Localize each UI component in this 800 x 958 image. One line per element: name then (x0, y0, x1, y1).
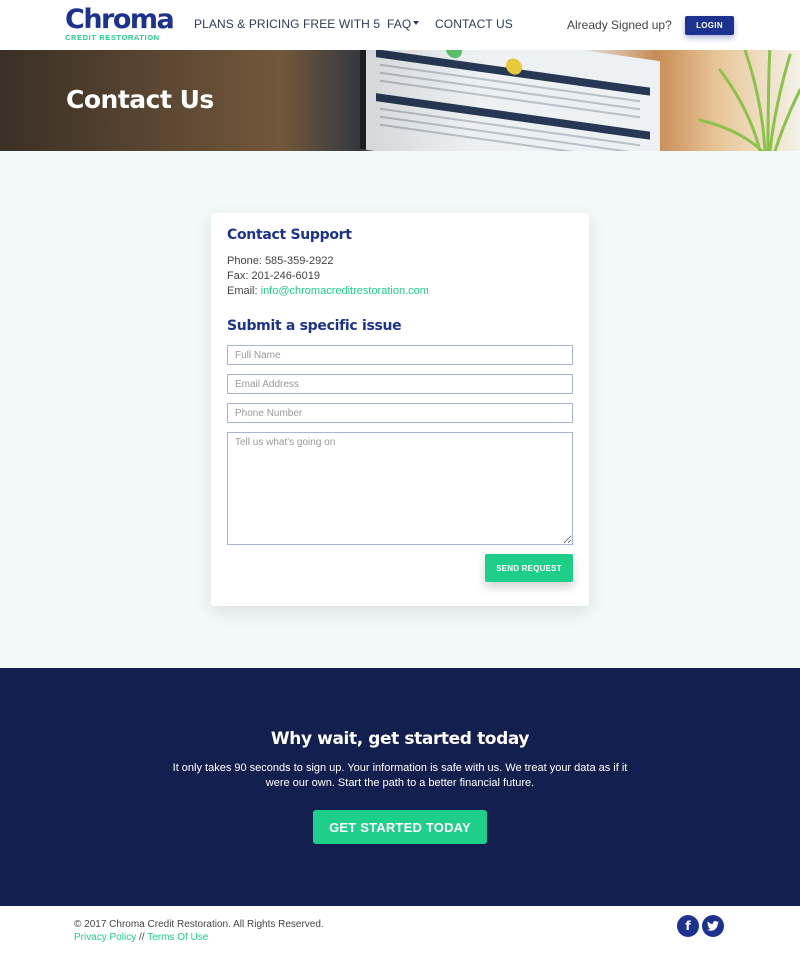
nav-faq-label: FAQ (387, 17, 412, 31)
full-name-input[interactable] (227, 345, 573, 365)
phone-number-input[interactable] (227, 403, 573, 423)
fax-line: Fax: 201-246-6019 (227, 270, 320, 282)
cta-heading: Why wait, get started today (270, 729, 530, 749)
logo-wordmark: Chroma (65, 4, 175, 35)
email-link[interactable]: info@chromacreditrestoration.com (261, 285, 429, 297)
fax-label: Fax: (227, 270, 249, 282)
submit-issue-heading: Submit a specific issue (227, 318, 402, 334)
nav-plans-pricing[interactable]: PLANS & PRICING (194, 17, 300, 31)
nav-faq[interactable]: FAQ (387, 17, 420, 31)
twitter-link[interactable] (702, 915, 724, 937)
cta-section: Why wait, get started today It only take… (0, 668, 800, 906)
terms-of-use-link[interactable]: Terms Of Use (147, 932, 208, 943)
message-textarea[interactable] (227, 432, 573, 545)
email-line: Email: info@chromacreditrestoration.com (227, 285, 429, 297)
caret-down-icon (413, 21, 420, 26)
footer-link-separator: // (136, 932, 148, 943)
contact-support-heading: Contact Support (227, 227, 352, 243)
facebook-link[interactable]: f (677, 915, 699, 937)
cta-body: It only takes 90 seconds to sign up. You… (172, 762, 628, 789)
footer: © 2017 Chroma Credit Restoration. All Ri… (0, 906, 800, 958)
fax-value: 201-246-6019 (251, 270, 320, 282)
twitter-icon (707, 921, 719, 931)
page-title: Contact Us (66, 85, 214, 114)
already-signed-up-text: Already Signed up? (567, 18, 672, 32)
email-label: Email: (227, 285, 258, 297)
navbar: Chroma CREDIT RESTORATION PLANS & PRICIN… (0, 0, 800, 50)
logo-tagline: CREDIT RESTORATION (65, 33, 160, 42)
get-started-button[interactable]: GET STARTED TODAY (313, 810, 487, 844)
contact-card: Contact Support Phone: 585-359-2922 Fax:… (211, 213, 589, 606)
phone-line: Phone: 585-359-2922 (227, 255, 333, 267)
copyright-text: © 2017 Chroma Credit Restoration. All Ri… (74, 919, 324, 930)
send-request-button[interactable]: SEND REQUEST (485, 554, 573, 582)
brand-logo[interactable]: Chroma CREDIT RESTORATION (65, 4, 175, 42)
phone-value: 585-359-2922 (264, 255, 334, 267)
nav-contact-us[interactable]: CONTACT US (435, 17, 513, 31)
nav-free-with-5[interactable]: FREE WITH 5 (303, 17, 380, 31)
footer-links: Privacy Policy // Terms Of Use (74, 932, 208, 943)
privacy-policy-link[interactable]: Privacy Policy (74, 932, 136, 943)
login-button[interactable]: LOGIN (685, 16, 734, 35)
facebook-icon: f (685, 919, 691, 933)
email-address-input[interactable] (227, 374, 573, 394)
hero-banner: Contact Us (0, 50, 800, 151)
phone-label: Phone: (227, 255, 262, 267)
